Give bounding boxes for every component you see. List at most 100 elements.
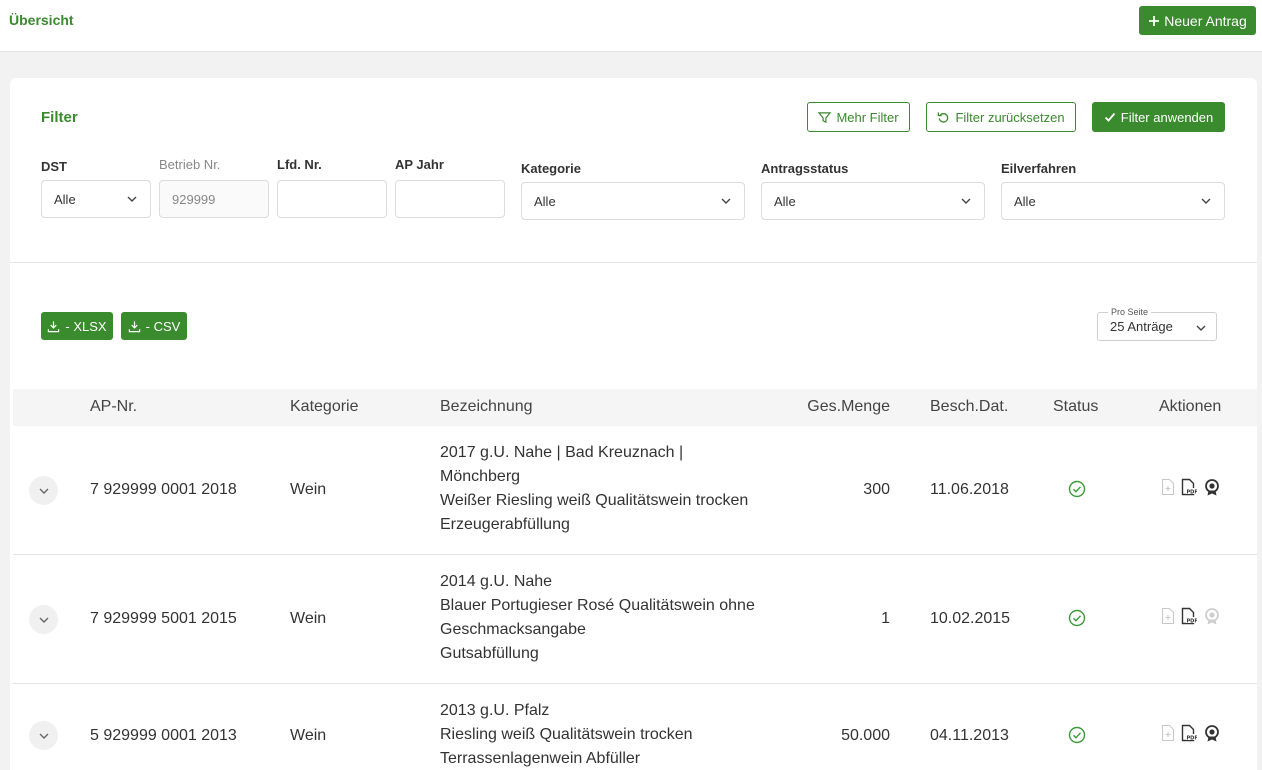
chevron-down-icon (39, 488, 48, 494)
more-filters-button[interactable]: Mehr Filter (807, 102, 910, 132)
cell-apnr: 7 929999 0001 2018 (90, 481, 237, 498)
add-document-icon[interactable] (1161, 724, 1175, 742)
new-request-button[interactable]: Neuer Antrag (1139, 6, 1256, 35)
chevron-down-icon (961, 198, 971, 204)
add-document-icon[interactable] (1161, 478, 1175, 496)
main-card: Filter Mehr Filter Filter zurücksetzen F… (10, 78, 1257, 770)
cell-kategorie: Wein (290, 727, 327, 744)
col-bezeichnung[interactable]: Bezeichnung (440, 398, 533, 416)
cell-bezeichnung: 2013 g.U. Pfalz Riesling weiß Qualitätsw… (440, 699, 693, 770)
add-document-icon[interactable] (1161, 607, 1175, 625)
pdf-icon[interactable]: PDF (1181, 478, 1197, 496)
kategorie-select[interactable]: Alle (521, 182, 745, 220)
antragsstatus-select[interactable]: Alle (761, 182, 985, 220)
svg-text:PDF: PDF (1187, 736, 1198, 742)
certificate-icon[interactable] (1203, 478, 1221, 496)
download-icon (128, 320, 140, 332)
chevron-down-icon (127, 196, 137, 202)
chevron-down-icon (39, 733, 48, 739)
desc-line: Terrassenlagenwein Abfüller (440, 750, 641, 767)
desc-line: Geschmacksangabe (440, 621, 586, 638)
eilverfahren-value: Alle (1014, 193, 1036, 209)
cell-kategorie: Wein (290, 610, 327, 627)
cell-datum: 11.06.2018 (930, 481, 1009, 498)
apply-filter-label: Filter anwenden (1120, 109, 1214, 125)
expand-toggle[interactable] (29, 721, 58, 750)
per-page-select[interactable]: Pro Seite 25 Anträge (1097, 307, 1217, 341)
status-ok-icon (1068, 726, 1086, 744)
desc-line: Blauer Portugieser Rosé Qualitätswein oh… (440, 597, 755, 614)
eilverfahren-label: Eilverfahren (1001, 161, 1077, 176)
desc-line: 2013 g.U. Pfalz (440, 702, 550, 719)
export-csv-button[interactable]: - CSV (121, 312, 187, 340)
apply-filter-button[interactable]: Filter anwenden (1092, 102, 1225, 132)
col-datum[interactable]: Besch.Dat. (930, 398, 1008, 416)
eilverfahren-select[interactable]: Alle (1001, 182, 1225, 220)
antragsstatus-label: Antragsstatus (761, 161, 849, 176)
cell-menge: 1 (881, 610, 890, 627)
col-apnr[interactable]: AP-Nr. (90, 398, 137, 416)
new-request-label: Neuer Antrag (1164, 12, 1247, 29)
cell-menge: 300 (863, 481, 890, 498)
col-menge[interactable]: Ges.Menge (790, 398, 890, 416)
status-ok-icon (1068, 609, 1086, 627)
export-xlsx-button[interactable]: - XLSX (41, 312, 113, 340)
desc-line: Gutsabfüllung (440, 645, 539, 662)
check-icon (1104, 112, 1115, 122)
dst-select[interactable]: Alle (41, 180, 151, 218)
certificate-icon (1205, 608, 1219, 625)
cell-bezeichnung: 2017 g.U. Nahe | Bad Kreuznach | Mönchbe… (440, 441, 748, 537)
expand-toggle[interactable] (29, 476, 58, 505)
desc-line: Weißer Riesling weiß Qualitätswein trock… (440, 492, 749, 509)
table-row: 7 929999 5001 2015 Wein 2014 g.U. Nahe B… (13, 555, 1257, 684)
row-actions: PDF (1161, 478, 1221, 496)
chevron-down-icon (1201, 198, 1211, 204)
table-row: 5 929999 0001 2013 Wein 2013 g.U. Pfalz … (13, 684, 1257, 770)
col-kategorie[interactable]: Kategorie (290, 398, 359, 416)
export-xlsx-label: - XLSX (65, 318, 107, 334)
pdf-icon[interactable]: PDF (1181, 607, 1197, 625)
chevron-down-icon (721, 198, 731, 204)
desc-line: Mönchberg (440, 468, 521, 485)
cell-apnr: 7 929999 5001 2015 (90, 610, 237, 627)
filter-title: Filter (41, 109, 78, 126)
desc-line: 2014 g.U. Nahe (440, 573, 553, 590)
filter-icon (818, 111, 832, 123)
kategorie-label: Kategorie (521, 161, 581, 176)
per-page-value: 25 Anträge (1110, 319, 1173, 334)
antragsstatus-value: Alle (774, 193, 796, 209)
pdf-icon[interactable]: PDF (1181, 724, 1197, 742)
betrieb-field: 929999 (159, 180, 269, 218)
col-status[interactable]: Status (1053, 398, 1098, 416)
download-icon (48, 320, 60, 332)
breadcrumb[interactable]: Übersicht (9, 12, 74, 28)
divider (10, 262, 1257, 263)
row-actions: PDF (1161, 724, 1221, 742)
cell-datum: 04.11.2013 (930, 727, 1009, 744)
svg-text:PDF: PDF (1187, 619, 1198, 625)
cell-bezeichnung: 2014 g.U. Nahe Blauer Portugieser Rosé Q… (440, 570, 755, 666)
cell-datum: 10.02.2015 (930, 610, 1011, 627)
reset-filter-label: Filter zurücksetzen (955, 109, 1065, 125)
export-csv-label: - CSV (145, 318, 181, 334)
certificate-icon[interactable] (1203, 724, 1221, 742)
lfd-input[interactable] (277, 180, 387, 218)
undo-icon (938, 111, 949, 123)
desc-line: Riesling weiß Qualitätswein trocken (440, 726, 693, 743)
cell-menge: 50.000 (841, 727, 890, 744)
desc-line: 2017 g.U. Nahe | Bad Kreuznach | (440, 444, 684, 461)
dst-label: DST (41, 159, 67, 174)
desc-line: Erzeugerabfüllung (440, 516, 570, 533)
reset-filter-button[interactable]: Filter zurücksetzen (926, 102, 1076, 132)
expand-toggle[interactable] (29, 605, 58, 634)
betrieb-value: 929999 (172, 191, 216, 207)
lfd-label: Lfd. Nr. (277, 157, 322, 172)
apjahr-label: AP Jahr (395, 157, 444, 172)
apjahr-input[interactable] (395, 180, 505, 218)
per-page-label: Pro Seite (1108, 307, 1152, 317)
top-bar: Übersicht Neuer Antrag (0, 0, 1262, 52)
table-row: 7 929999 0001 2018 Wein 2017 g.U. Nahe |… (13, 426, 1257, 555)
table-header: AP-Nr. Kategorie Bezeichnung Ges.Menge B… (13, 389, 1257, 426)
more-filters-label: Mehr Filter (836, 109, 899, 125)
cell-apnr: 5 929999 0001 2013 (90, 727, 237, 744)
